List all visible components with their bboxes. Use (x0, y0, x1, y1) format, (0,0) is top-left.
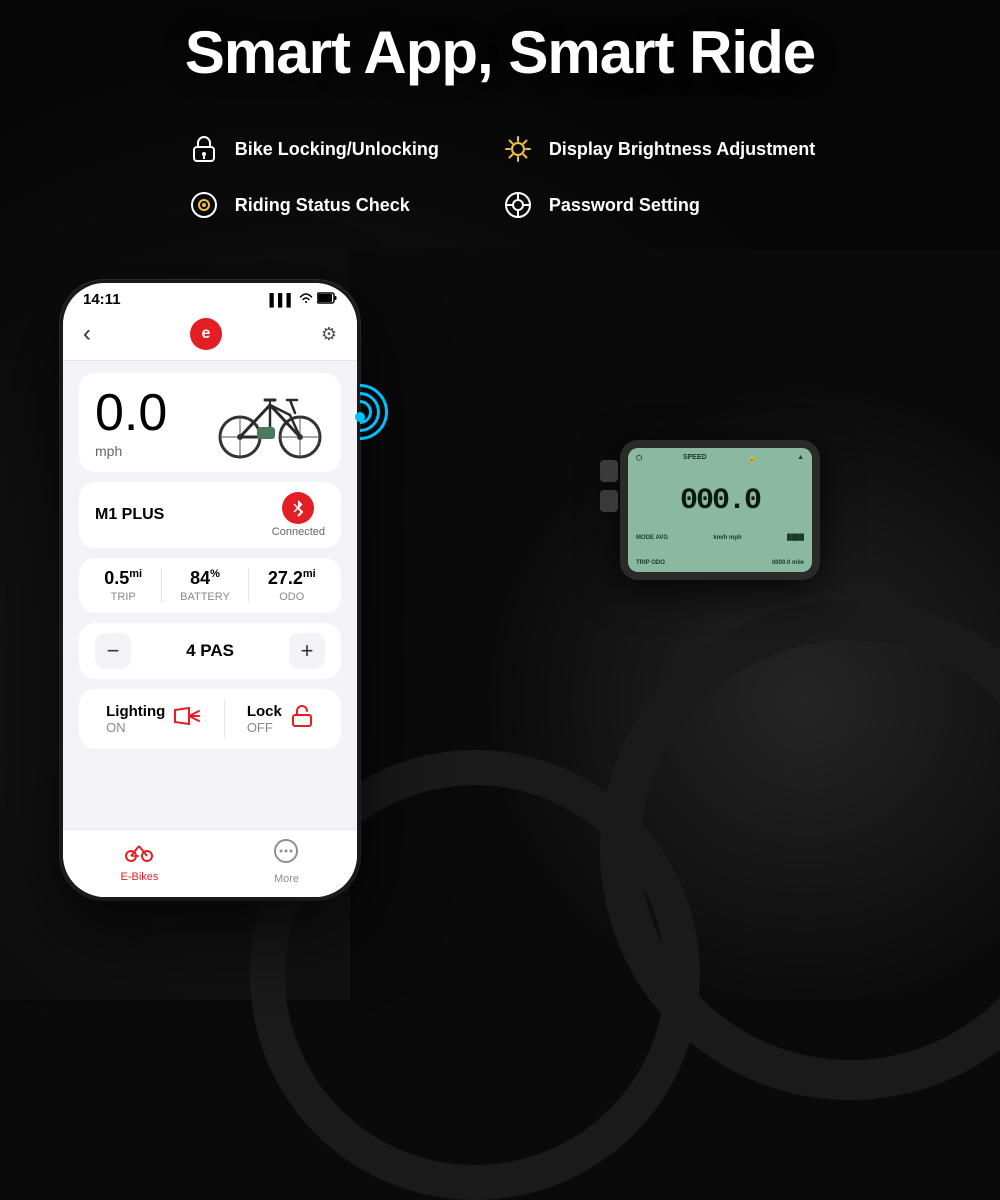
feature-bike-locking: Bike Locking/Unlocking (185, 130, 439, 168)
alert-indicator: ▲ (797, 454, 804, 462)
km-mph: km/h mph (713, 535, 741, 541)
lighting-icon (173, 706, 201, 732)
computer-btn-top[interactable] (600, 460, 618, 482)
back-button[interactable]: ‹ (83, 320, 91, 348)
status-time: 14:11 (83, 291, 121, 308)
feature-text-riding: Riding Status Check (235, 195, 410, 216)
header: Smart App, Smart Ride (0, 20, 1000, 86)
features-section: Bike Locking/Unlocking Riding Status Che… (0, 130, 1000, 224)
distance-value: 0000.0 mile (772, 560, 804, 566)
screen-top: ⬡ SPEED 🔒 ▲ (636, 454, 804, 462)
pas-increase-button[interactable]: + (289, 633, 325, 669)
lock-control-icon (290, 704, 314, 734)
lighting-label-group: Lighting ON (106, 703, 165, 735)
stat-trip-value: 0.5mi (104, 568, 142, 589)
feature-password: Password Setting (499, 186, 815, 224)
lighting-control[interactable]: Lighting ON (106, 703, 201, 735)
stat-battery-label: BATTERY (180, 591, 230, 603)
computer-btn-bottom[interactable] (600, 490, 618, 512)
wifi-icon (299, 292, 313, 307)
screen-sub: TRIP ODO 0000.0 mile (636, 560, 804, 566)
speed-label: SPEED (683, 454, 707, 462)
nav-bar: ‹ e ⚙ (63, 312, 357, 361)
stat-battery: 84% BATTERY (180, 568, 230, 603)
mode-label: MODE AVG (636, 535, 668, 541)
bluetooth-badge: Connected (272, 492, 325, 538)
speed-value: 0.0 (95, 387, 167, 439)
battery-bar: ████ (787, 535, 804, 541)
controls-card: Lighting ON (79, 689, 341, 749)
bike-image (215, 385, 325, 460)
main-title: Smart App, Smart Ride (0, 20, 1000, 86)
stat-odo-value: 27.2mi (268, 568, 316, 589)
phone: 14:11 ▌▌▌ ‹ e ⚙ (60, 280, 360, 900)
stat-divider-1 (161, 568, 162, 603)
feature-text-brightness: Display Brightness Adjustment (549, 139, 815, 160)
status-bar: 14:11 ▌▌▌ (63, 283, 357, 312)
features-col-2: Display Brightness Adjustment Password S… (499, 130, 815, 224)
stat-odo: 27.2mi ODO (268, 568, 316, 603)
ebikes-icon (125, 838, 153, 868)
lock-control[interactable]: Lock OFF (247, 703, 314, 735)
riding-status-icon (185, 186, 223, 224)
lock-label-group: Lock OFF (247, 703, 282, 735)
lock-icon (185, 130, 223, 168)
bt-indicator: ⬡ (636, 454, 642, 462)
stat-trip: 0.5mi TRIP (104, 568, 142, 603)
more-icon (273, 838, 299, 870)
stat-trip-label: TRIP (104, 591, 142, 603)
signal-icon: ▌▌▌ (269, 293, 295, 307)
screen-bottom: MODE AVG km/h mph ████ (636, 535, 804, 541)
controls-divider (224, 699, 225, 739)
speed-card: 0.0 mph (79, 373, 341, 472)
more-label: More (274, 873, 299, 885)
brightness-icon (499, 130, 537, 168)
trip-odo-label: TRIP ODO (636, 560, 665, 566)
computer-buttons (600, 460, 618, 512)
feature-riding-status: Riding Status Check (185, 186, 439, 224)
pas-decrease-button[interactable]: − (95, 633, 131, 669)
pas-value: 4 PAS (186, 641, 234, 661)
computer-body: ⬡ SPEED 🔒 ▲ 000.0 MODE AVG km/h mph ████… (620, 440, 820, 580)
lighting-status: ON (106, 720, 165, 735)
speed-unit: mph (95, 443, 167, 459)
lock-status: OFF (247, 720, 282, 735)
connection-status: Connected (272, 526, 325, 538)
ebikes-label: E-Bikes (121, 871, 159, 883)
features-col-1: Bike Locking/Unlocking Riding Status Che… (185, 130, 439, 224)
nav-more[interactable]: More (273, 838, 299, 885)
phone-wrapper: 14:11 ▌▌▌ ‹ e ⚙ (60, 280, 360, 900)
pas-card: − 4 PAS + (79, 623, 341, 679)
lock-label: Lock (247, 703, 282, 720)
bluetooth-icon (282, 492, 314, 524)
feature-text-password: Password Setting (549, 195, 700, 216)
stat-divider-2 (248, 568, 249, 603)
app-content: 0.0 mph (63, 361, 357, 829)
phone-screen: 14:11 ▌▌▌ ‹ e ⚙ (63, 283, 357, 897)
bottom-nav: E-Bikes More (63, 829, 357, 897)
page-wrapper: Smart App, Smart Ride Bike Locking/Unloc… (0, 0, 1000, 1000)
screen-speed-display: 000.0 (636, 481, 804, 517)
app-logo: e (190, 318, 222, 350)
stat-odo-label: ODO (268, 591, 316, 603)
lock-indicator: 🔒 (748, 454, 757, 462)
connection-card: M1 PLUS Connected (79, 482, 341, 548)
status-icons: ▌▌▌ (269, 292, 337, 307)
lighting-label: Lighting (106, 703, 165, 720)
stats-card: 0.5mi TRIP 84% BATTERY (79, 558, 341, 613)
nav-ebikes[interactable]: E-Bikes (121, 838, 159, 885)
stat-battery-value: 84% (180, 568, 230, 589)
feature-brightness: Display Brightness Adjustment (499, 130, 815, 168)
password-icon (499, 186, 537, 224)
bike-name: M1 PLUS (95, 506, 164, 524)
battery-icon (317, 292, 337, 307)
bike-computer: ⬡ SPEED 🔒 ▲ 000.0 MODE AVG km/h mph ████… (620, 440, 840, 600)
feature-text-locking: Bike Locking/Unlocking (235, 139, 439, 160)
settings-icon[interactable]: ⚙ (321, 324, 337, 345)
computer-screen: ⬡ SPEED 🔒 ▲ 000.0 MODE AVG km/h mph ████… (628, 448, 812, 572)
